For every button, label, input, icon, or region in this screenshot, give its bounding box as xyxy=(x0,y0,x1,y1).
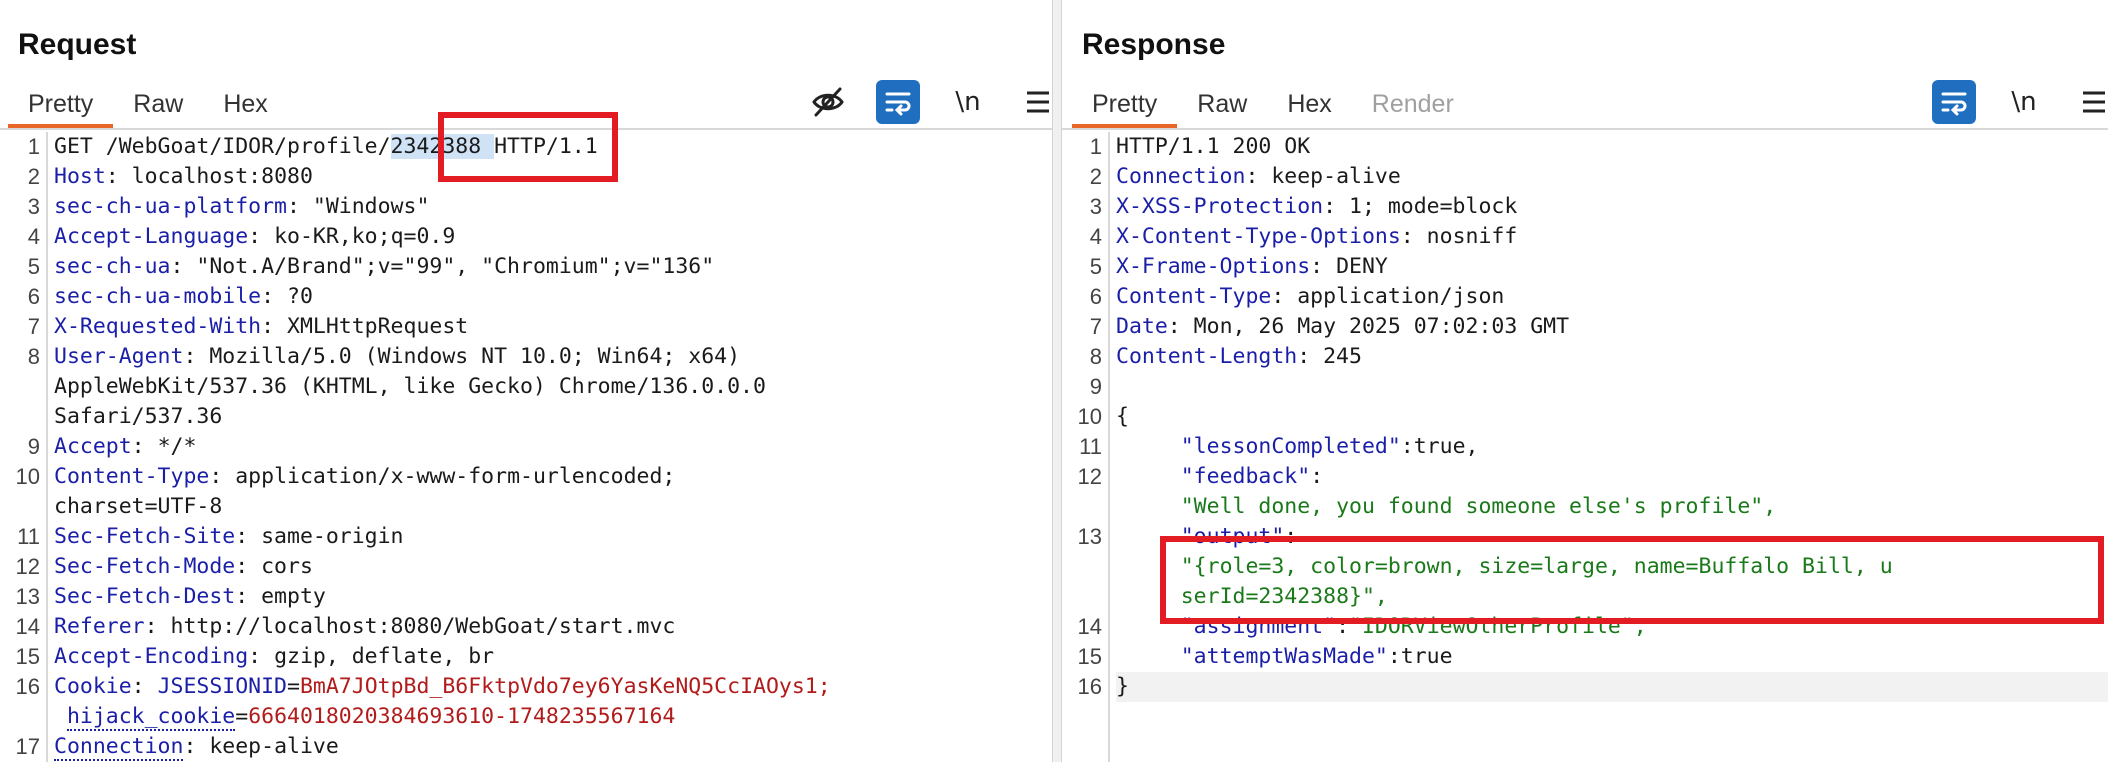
response-tab-pretty[interactable]: Pretty xyxy=(1072,82,1178,128)
header-continuation: AppleWebKit/537.36 (KHTML, like Gecko) C… xyxy=(54,374,766,399)
header-line: 7 Date: Mon, 26 May 2025 07:02:03 GMT xyxy=(1089,314,1570,339)
header-line: 7 X-Requested-With: XMLHttpRequest xyxy=(27,314,469,339)
header-line: 4 X-Content-Type-Options: nosniff xyxy=(1089,224,1518,249)
header-line: 14 Referer: http://localhost:8080/WebGoat… xyxy=(15,614,676,639)
header-line: 11 Sec-Fetch-Site: same-origin xyxy=(17,524,404,549)
json-continuation: "{role=3, color=brown, size=large, name=… xyxy=(1180,554,1893,579)
newline-toggle-icon[interactable]: \n xyxy=(2002,80,2046,124)
request-code: 1 GET /WebGoat/IDOR/profile/2342388 HTTP/… xyxy=(15,132,1052,762)
request-editor[interactable]: 1 GET /WebGoat/IDOR/profile/2342388 HTTP/… xyxy=(0,132,1052,762)
cookie-line: 16 Cookie: JSESSIONID=BmA7JOtpBd_B6FktpVd… xyxy=(15,674,831,699)
header-continuation: charset=UTF-8 xyxy=(54,494,223,519)
header-line: 17 Connection: keep-alive xyxy=(15,734,339,761)
response-tab-divider xyxy=(1062,128,2108,130)
request-line: 1 GET /WebGoat/IDOR/profile/2342388 HTTP/… xyxy=(27,134,598,159)
response-tabs: Pretty Raw Hex Render xyxy=(1072,82,1474,128)
request-toolbar: \n xyxy=(806,80,1052,124)
response-pane: Response Pretty Raw Hex Render \n 1 HTTP/… xyxy=(1062,0,2108,762)
header-line: 8 User-Agent: Mozilla/5.0 (Windows NT 10.… xyxy=(27,344,741,369)
header-line: 2 Host: localhost:8080 xyxy=(27,164,313,189)
status-line: 1 HTTP/1.1 200 OK xyxy=(1089,134,1311,159)
header-line: 5 X-Frame-Options: DENY xyxy=(1089,254,1388,279)
request-tab-hex[interactable]: Hex xyxy=(203,82,287,128)
response-tab-hex[interactable]: Hex xyxy=(1267,82,1351,128)
blank-line: 9 xyxy=(1089,374,1102,399)
cookie-continuation: hijack_cookie=6664018020384693610-174823… xyxy=(66,704,676,731)
menu-icon[interactable] xyxy=(2072,80,2108,124)
response-tab-render[interactable]: Render xyxy=(1352,82,1474,128)
header-line: 12 Sec-Fetch-Mode: cors xyxy=(15,554,313,579)
header-line: 9 Accept: */* xyxy=(27,434,197,459)
request-tabs: Pretty Raw Hex xyxy=(8,82,288,128)
word-wrap-icon[interactable] xyxy=(1932,80,1976,124)
json-line: 12 "feedback": xyxy=(1077,464,1324,489)
header-line: 6 Content-Type: application/json xyxy=(1089,284,1505,309)
header-line: 6 sec-ch-ua-mobile: ?0 xyxy=(27,284,313,309)
header-line: 10 Content-Type: application/x-www-form-u… xyxy=(15,464,676,489)
newline-toggle-icon[interactable]: \n xyxy=(946,80,990,124)
request-title: Request xyxy=(18,28,137,61)
hide-nonprintable-icon[interactable] xyxy=(806,80,850,124)
json-continuation: "Well done, you found someone else's pro… xyxy=(1180,494,1777,519)
header-continuation: Safari/537.36 xyxy=(54,404,223,429)
header-line: 15 Accept-Encoding: gzip, deflate, br xyxy=(15,644,495,669)
selected-profile-id[interactable]: 2342388 xyxy=(390,134,495,159)
response-code: 1 HTTP/1.1 200 OK 2 Connection: keep-alive… xyxy=(1077,132,2108,702)
json-open: 10{ xyxy=(1077,404,1129,429)
response-tab-raw[interactable]: Raw xyxy=(1177,82,1267,128)
header-line: 2 Connection: keep-alive xyxy=(1089,164,1401,189)
pane-splitter[interactable] xyxy=(1052,0,1062,762)
request-tab-raw[interactable]: Raw xyxy=(113,82,203,128)
header-line: 5 sec-ch-ua: "Not.A/Brand";v="99", "Chrom… xyxy=(27,254,715,279)
json-line: 14 "assignment":"IDORViewOtherProfile", xyxy=(1077,614,1647,639)
header-line: 3 sec-ch-ua-platform: "Windows" xyxy=(27,194,430,219)
json-close: 16} xyxy=(1078,672,2108,702)
json-continuation: serId=2342388}", xyxy=(1180,584,1388,609)
request-tab-pretty[interactable]: Pretty xyxy=(8,82,114,128)
request-pane: Request Pretty Raw Hex \n 1 GET /WebGoat… xyxy=(0,0,1052,762)
header-line: 3 X-XSS-Protection: 1; mode=block xyxy=(1089,194,1518,219)
response-toolbar: \n xyxy=(1932,80,2108,124)
header-line: 13 Sec-Fetch-Dest: empty xyxy=(15,584,326,609)
json-line: 13 "output": xyxy=(1077,524,1298,549)
response-title: Response xyxy=(1082,28,1226,61)
response-editor[interactable]: 1 HTTP/1.1 200 OK 2 Connection: keep-alive… xyxy=(1062,132,2108,762)
header-line: 4 Accept-Language: ko-KR,ko;q=0.9 xyxy=(27,224,456,249)
menu-icon[interactable] xyxy=(1016,80,1052,124)
json-line: 11 "lessonCompleted":true, xyxy=(1079,434,1479,459)
header-line: 8 Content-Length: 245 xyxy=(1089,344,1362,369)
request-tab-divider xyxy=(0,128,1052,130)
word-wrap-icon[interactable] xyxy=(876,80,920,124)
json-line: 15 "attemptWasMade":true xyxy=(1077,644,1453,669)
